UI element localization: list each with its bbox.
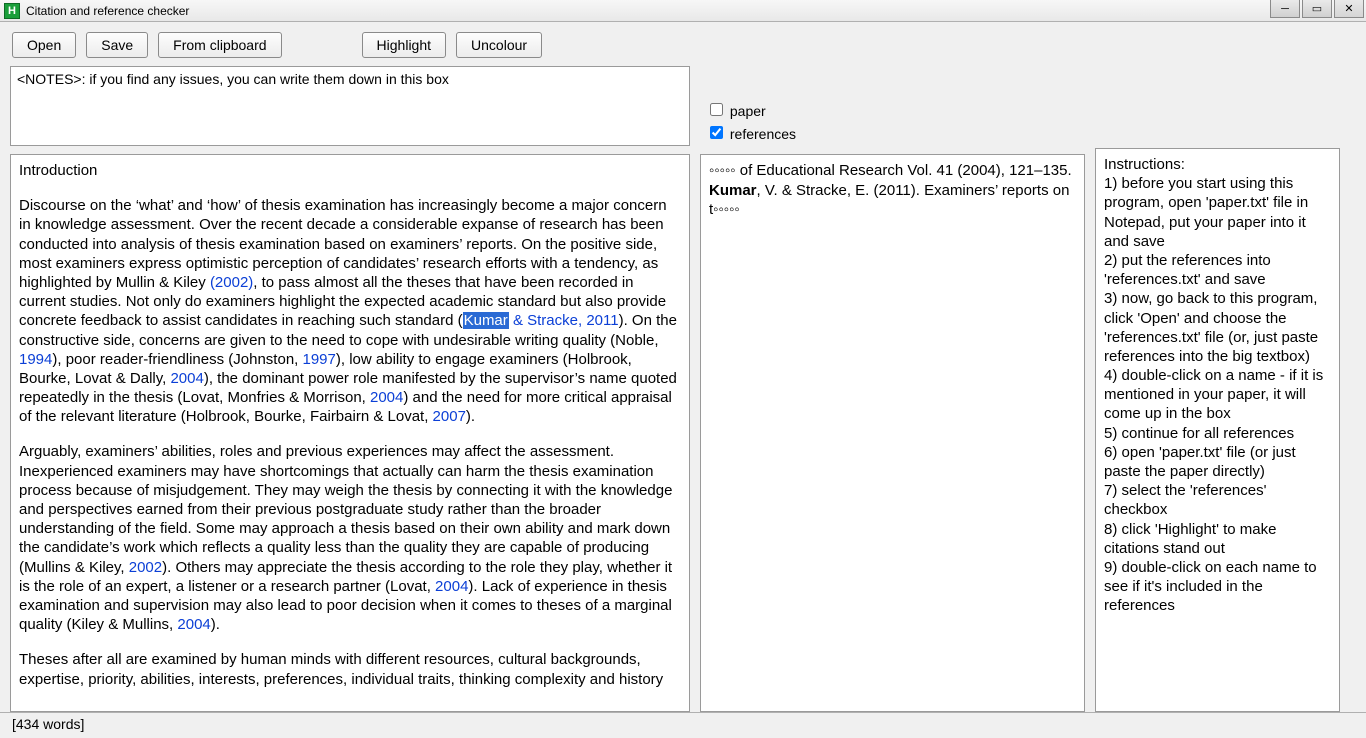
- uncolour-button[interactable]: Uncolour: [456, 32, 542, 58]
- instruction-step: 7) select the 'references' checkbox: [1104, 481, 1331, 519]
- citation-highlighted: Kumar: [463, 312, 509, 329]
- titlebar: H Citation and reference checker ─ ▭ ✕: [0, 0, 1366, 22]
- instruction-step: 4) double-click on a name - if it is men…: [1104, 366, 1331, 424]
- instruction-step: 9) double-click on each name to see if i…: [1104, 558, 1331, 616]
- citation-year: (2002): [210, 274, 253, 291]
- instruction-step: 2) put the references into 'references.t…: [1104, 251, 1331, 289]
- mode-checkboxes: paper references: [700, 66, 1085, 154]
- instructions-box[interactable]: Instructions: 1) before you start using …: [1095, 148, 1340, 712]
- instruction-step: 1) before you start using this program, …: [1104, 174, 1331, 251]
- close-button[interactable]: ✕: [1334, 0, 1364, 18]
- instructions-title: Instructions:: [1104, 155, 1331, 174]
- paper-checkbox[interactable]: [710, 103, 723, 116]
- maximize-button[interactable]: ▭: [1302, 0, 1332, 18]
- open-button[interactable]: Open: [12, 32, 76, 58]
- status-bar: [434 words]: [0, 712, 1366, 736]
- window-controls: ─ ▭ ✕: [1268, 0, 1364, 18]
- highlight-button[interactable]: Highlight: [362, 32, 446, 58]
- toolbar: Open Save From clipboard Highlight Uncol…: [0, 22, 1366, 66]
- instruction-step: 5) continue for all references: [1104, 424, 1331, 443]
- paper-paragraph-1: Discourse on the ‘what’ and ‘how’ of the…: [19, 196, 681, 426]
- maximize-icon: ▭: [1312, 2, 1322, 15]
- references-checkbox-label[interactable]: references: [706, 123, 1079, 142]
- paper-paragraph-2: Arguably, examiners’ abilities, roles an…: [19, 442, 681, 634]
- references-checkbox[interactable]: [710, 126, 723, 139]
- close-icon: ✕: [1344, 2, 1353, 15]
- paper-paragraph-3: Theses after all are examined by human m…: [19, 650, 681, 688]
- reference-line: Kumar, V. & Stracke, E. (2011). Examiner…: [709, 181, 1076, 220]
- paper-heading: Introduction: [19, 161, 681, 180]
- app-icon: H: [4, 3, 20, 19]
- paper-checkbox-label[interactable]: paper: [706, 100, 1079, 119]
- instruction-step: 6) open 'paper.txt' file (or just paste …: [1104, 443, 1331, 481]
- minimize-icon: ─: [1281, 3, 1289, 15]
- save-button[interactable]: Save: [86, 32, 148, 58]
- from-clipboard-button[interactable]: From clipboard: [158, 32, 281, 58]
- notes-textarea[interactable]: <NOTES>: if you find any issues, you can…: [10, 66, 690, 146]
- minimize-button[interactable]: ─: [1270, 0, 1300, 18]
- instruction-step: 8) click 'Highlight' to make citations s…: [1104, 520, 1331, 558]
- paper-textbox[interactable]: Introduction Discourse on the ‘what’ and…: [10, 154, 690, 712]
- reference-line: ◦◦◦◦◦ of Educational Research Vol. 41 (2…: [709, 161, 1076, 181]
- window-title: Citation and reference checker: [26, 4, 189, 18]
- word-count: [434 words]: [12, 716, 84, 732]
- instruction-step: 3) now, go back to this program, click '…: [1104, 289, 1331, 366]
- references-textbox[interactable]: ◦◦◦◦◦ of Educational Research Vol. 41 (2…: [700, 154, 1085, 712]
